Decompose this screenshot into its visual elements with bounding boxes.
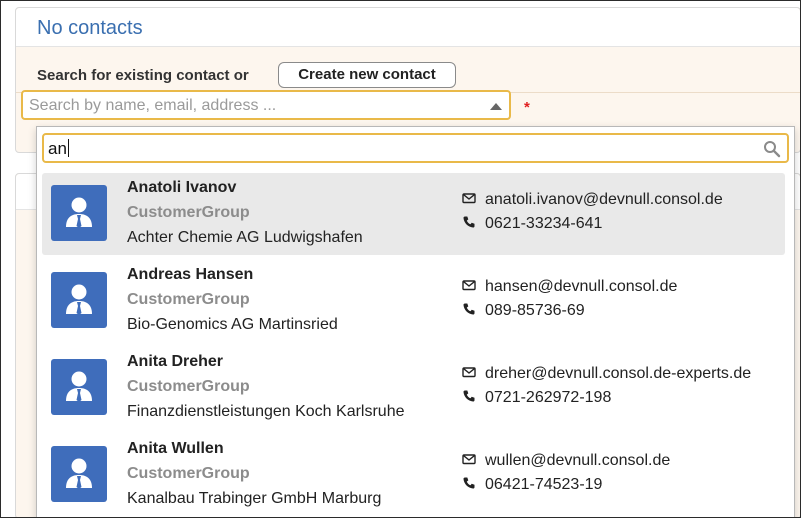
envelope-icon	[462, 367, 476, 378]
person-avatar-icon	[51, 185, 107, 241]
contact-result-item[interactable]: Anita Wullen CustomerGroup Kanalbau Trab…	[42, 434, 785, 516]
magnifier-icon[interactable]	[763, 140, 781, 158]
caret-up-icon[interactable]	[490, 103, 502, 110]
contact-phone: 06421-74523-19	[485, 476, 603, 493]
contact-email-line: hansen@devnull.consol.de	[462, 278, 677, 296]
contact-search-placeholder: Search by name, email, address ...	[29, 97, 277, 114]
required-marker: *	[524, 99, 530, 116]
panel-title: No contacts	[37, 17, 143, 39]
contact-email: dreher@devnull.consol.de-experts.de	[485, 365, 752, 382]
contact-company: Finanzdienstleistungen Koch Karlsruhe	[127, 403, 405, 420]
contact-group: CustomerGroup	[127, 291, 250, 308]
text-cursor	[67, 139, 69, 157]
phone-icon	[463, 216, 475, 228]
contact-result-item[interactable]: Andreas Hansen CustomerGroup Bio-Genomic…	[42, 260, 785, 342]
contact-phone: 0621-33234-641	[485, 215, 603, 232]
contact-group: CustomerGroup	[127, 378, 250, 395]
left-edge	[1, 1, 15, 517]
phone-icon	[463, 390, 475, 402]
contact-phone-line: 089-85736-69	[462, 302, 585, 320]
filter-value: an	[48, 139, 67, 158]
phone-icon	[463, 303, 475, 315]
person-avatar-icon	[51, 272, 107, 328]
contact-name: Anatoli Ivanov	[127, 179, 237, 196]
contact-name: Anita Dreher	[127, 353, 224, 370]
contact-email: hansen@devnull.consol.de	[485, 278, 678, 295]
contact-panel-header: No contacts	[16, 8, 800, 47]
contact-email-line: wullen@devnull.consol.de	[462, 452, 670, 470]
contact-email-line: anatoli.ivanov@devnull.consol.de	[462, 191, 723, 209]
results-list: Anatoli Ivanov CustomerGroup Achter Chem…	[42, 173, 785, 517]
app-frame: No contacts Search for existing contact …	[0, 0, 801, 518]
contact-phone: 089-85736-69	[485, 302, 585, 319]
contact-group: CustomerGroup	[127, 204, 250, 221]
contact-search-dropdown: an Anatoli Ivanov CustomerGroup Achter C…	[36, 126, 795, 517]
envelope-icon	[462, 193, 476, 204]
contact-phone: 0721-262972-198	[485, 389, 612, 406]
contact-phone-line: 0721-262972-198	[462, 389, 611, 407]
phone-icon	[463, 477, 475, 489]
contact-email: anatoli.ivanov@devnull.consol.de	[485, 191, 723, 208]
person-avatar-icon	[51, 446, 107, 502]
contact-search-select[interactable]: Search by name, email, address ...	[21, 90, 511, 120]
contact-company: Bio-Genomics AG Martinsried	[127, 316, 338, 333]
envelope-icon	[462, 280, 476, 291]
contact-name: Andreas Hansen	[127, 266, 254, 283]
contact-result-item[interactable]: Anatoli Ivanov CustomerGroup Achter Chem…	[42, 173, 785, 255]
create-new-contact-button[interactable]: Create new contact	[278, 62, 456, 88]
contact-company: Kanalbau Trabinger GmbH Marburg	[127, 490, 382, 507]
contact-phone-line: 06421-74523-19	[462, 476, 602, 494]
filter-text: an	[48, 139, 69, 159]
contact-name: Anita Wullen	[127, 440, 224, 457]
contact-phone-line: 0621-33234-641	[462, 215, 602, 233]
contact-group: CustomerGroup	[127, 465, 250, 482]
contact-email: wullen@devnull.consol.de	[485, 452, 671, 469]
contact-company: Achter Chemie AG Ludwigshafen	[127, 229, 363, 246]
contact-result-item[interactable]: Anita Dreher CustomerGroup Finanzdienstl…	[42, 347, 785, 429]
search-existing-label: Search for existing contact or	[37, 67, 249, 84]
dropdown-filter-input[interactable]: an	[42, 133, 789, 163]
person-avatar-icon	[51, 359, 107, 415]
contact-email-line: dreher@devnull.consol.de-experts.de	[462, 365, 751, 383]
envelope-icon	[462, 454, 476, 465]
